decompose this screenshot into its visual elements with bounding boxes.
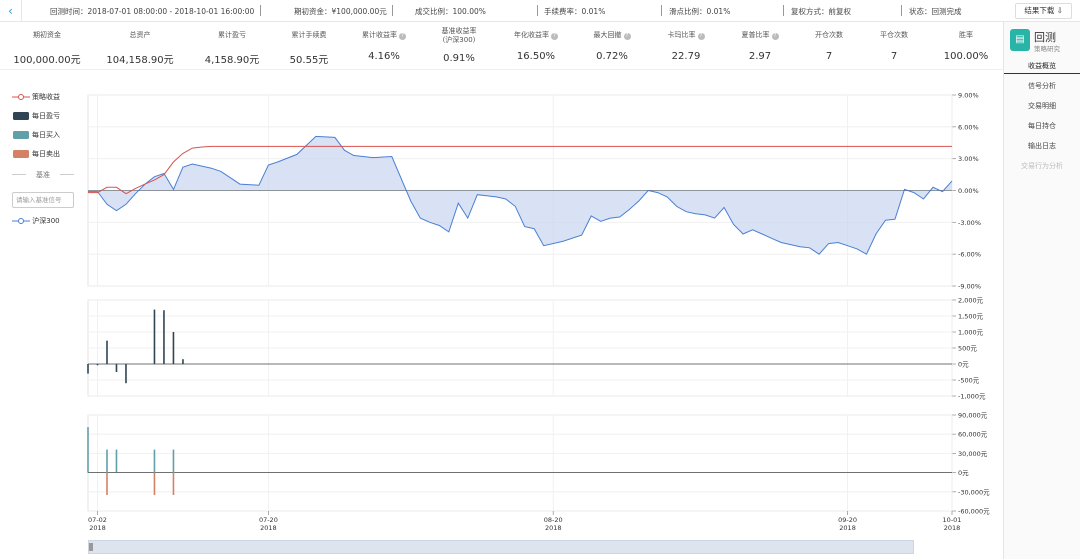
y-tick-label: 1,000元 — [958, 329, 984, 337]
y-tick-label: -9.00% — [958, 283, 981, 291]
pnl-bar — [125, 364, 127, 384]
y-tick-label: -30,000元 — [958, 488, 990, 496]
data-zoom-slider[interactable] — [88, 540, 914, 554]
y-tick-label: -500元 — [958, 377, 980, 385]
y-tick-label: 2,000元 — [958, 297, 984, 305]
sidebar-nav-item: 交易行为分析 — [1021, 162, 1063, 170]
pnl-bar — [172, 332, 175, 364]
y-tick-label: 60,000元 — [958, 431, 988, 439]
x-tick-label: 10-01 — [943, 516, 962, 524]
x-tick-label: 09-20 — [838, 516, 857, 524]
buy-bar — [153, 449, 156, 473]
sidebar-nav-item[interactable]: 信号分析 — [1004, 78, 1080, 94]
brand-subtitle: 策略研究 — [1034, 45, 1060, 53]
benchmark-area — [88, 136, 952, 255]
y-tick-label: -3.00% — [958, 219, 981, 227]
y-tick-label: 90,000元 — [958, 412, 988, 420]
x-tick-year: 2018 — [545, 524, 562, 532]
y-tick-label: -6.00% — [958, 251, 981, 259]
buy-bar — [87, 427, 89, 473]
pnl-bar — [106, 340, 108, 364]
pnl-bar — [182, 359, 184, 364]
y-tick-label: 0.00% — [958, 187, 979, 195]
y-tick-label: -1,000元 — [958, 393, 986, 401]
y-tick-label: 6.00% — [958, 123, 979, 131]
right-sidebar: ▤ 回测 策略研究 收益概览信号分析交易明细每日持仓输出日志交易行为分析 — [1003, 22, 1080, 559]
sidebar-nav-item[interactable]: 输出日志 — [1004, 138, 1080, 154]
x-tick-label: 07-02 — [88, 516, 107, 524]
download-results-button[interactable]: 结果下载 ⇩ — [1015, 3, 1072, 19]
x-tick-year: 2018 — [839, 524, 856, 532]
backtest-logo-icon: ▤ — [1010, 29, 1030, 51]
y-tick-label: 1,500元 — [958, 313, 984, 321]
x-tick-label: 07-20 — [259, 516, 278, 524]
pnl-bar — [87, 364, 89, 374]
pnl-bar — [115, 364, 118, 372]
pnl-bar — [96, 364, 99, 366]
y-tick-label: 500元 — [958, 345, 977, 353]
charts-area: 9.00% 6.00% 3.00% 0.00% -3.00% -6.00% -9.00% 2,… — [87, 92, 990, 532]
y-tick-label: -60,000元 — [958, 508, 990, 516]
x-tick-year: 2018 — [89, 524, 106, 532]
sell-bar — [106, 472, 108, 495]
x-tick-year: 2018 — [944, 524, 961, 532]
y-tick-label: 30,000元 — [958, 450, 988, 458]
buy-bar — [106, 449, 108, 473]
pnl-bar — [163, 310, 165, 364]
buy-bar — [172, 449, 175, 473]
x-tick-label: 08-20 — [544, 516, 563, 524]
brand: ▤ 回测 策略研究 — [1010, 27, 1078, 55]
buy-bar — [115, 449, 118, 473]
zoom-handle[interactable] — [89, 543, 93, 551]
sidebar-nav-item[interactable]: 收益概览 — [1004, 58, 1080, 74]
y-tick-label: 0元 — [958, 361, 969, 369]
plot-frame — [87, 414, 953, 512]
sidebar-nav-item[interactable]: 交易明细 — [1004, 98, 1080, 114]
y-tick-label: 3.00% — [958, 155, 979, 163]
y-tick-label: 9.00% — [958, 92, 979, 100]
x-tick-year: 2018 — [260, 524, 277, 532]
sell-bar — [153, 472, 156, 495]
sell-bar — [172, 472, 175, 495]
y-tick-label: 0元 — [958, 469, 969, 477]
pnl-bar — [153, 309, 156, 364]
sidebar-nav-item[interactable]: 每日持仓 — [1004, 118, 1080, 134]
